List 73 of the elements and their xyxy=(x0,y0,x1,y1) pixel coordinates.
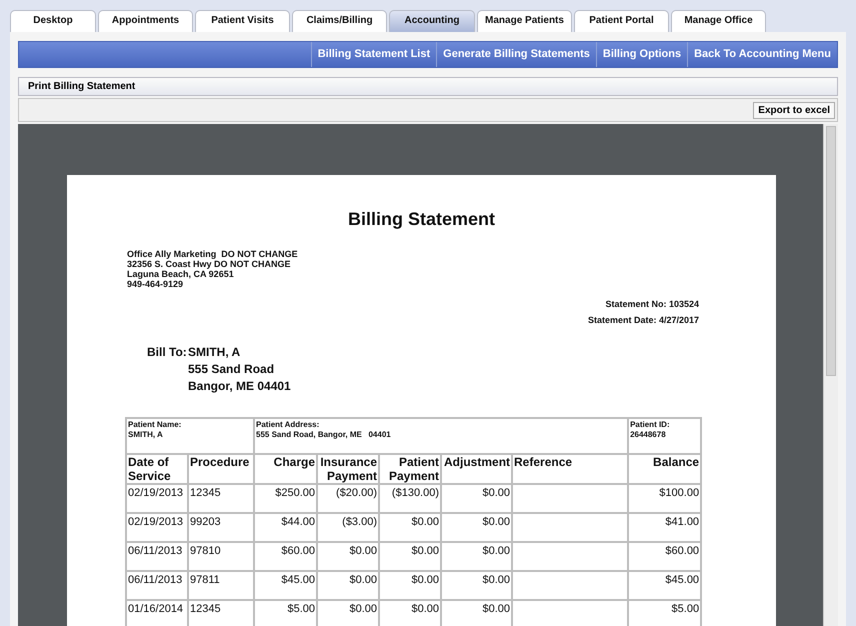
table-cell: 06/11/2013 xyxy=(128,574,182,586)
table-cell: $0.00 xyxy=(349,603,378,615)
column-header: Adjustment xyxy=(441,454,512,484)
scroll-thumb[interactable] xyxy=(826,126,836,376)
table-cell: ($3.00) xyxy=(342,516,378,528)
nav-tab[interactable]: Patient Portal xyxy=(574,10,669,32)
office-address-line: Laguna Beach, CA 92651 xyxy=(127,269,235,279)
statement-date: Statement Date: 4/27/2017 xyxy=(586,314,699,327)
office-address-line: Office Ally Marketing DO NOT CHANGE xyxy=(127,249,299,259)
office-address-line: 32356 S. Coast Hwy DO NOT CHANGE xyxy=(127,259,292,269)
table-cell: ($20.00) xyxy=(336,487,378,499)
table-cell: $60.00 xyxy=(281,545,316,557)
section-title: Print Billing Statement xyxy=(28,81,136,92)
column-header: Balance xyxy=(628,454,702,484)
table-cell: $0.00 xyxy=(482,487,510,499)
nav-tab[interactable]: Accounting xyxy=(389,10,475,32)
table-cell: $0.00 xyxy=(482,603,510,615)
table-cell: $0.00 xyxy=(482,574,510,586)
bill-to-line: 555 Sand Road xyxy=(188,361,276,378)
table-cell: $0.00 xyxy=(411,603,440,615)
table-cell: 99203 xyxy=(190,516,221,528)
office-address-line: 949-464-9129 xyxy=(127,279,184,289)
column-header: Charge xyxy=(254,454,318,484)
nav-tab[interactable]: Claims/Billing xyxy=(292,10,387,32)
table-cell: $0.00 xyxy=(349,545,378,557)
column-header: Date of Service xyxy=(126,454,188,484)
nav-tab[interactable]: Appointments xyxy=(98,10,193,32)
nav-tab[interactable]: Desktop xyxy=(10,10,96,32)
column-header: Reference xyxy=(512,454,628,484)
scrollbar[interactable] xyxy=(823,124,838,626)
column-header: Insurance Payment xyxy=(317,454,380,484)
table-cell: $100.00 xyxy=(659,487,700,499)
bill-to-line: Bangor, ME 04401 xyxy=(188,378,291,395)
table-cell: $41.00 xyxy=(665,516,700,528)
menu-link[interactable]: Billing Options xyxy=(596,42,688,67)
column-header: Procedure xyxy=(188,454,254,484)
table-cell: 02/19/2013 xyxy=(128,516,184,528)
menu-link[interactable]: Generate Billing Statements xyxy=(436,42,596,67)
nav-tab[interactable]: Manage Patients xyxy=(477,10,572,32)
statement-title: Billing Statement xyxy=(346,209,496,231)
table-cell: 02/19/2013 xyxy=(128,487,184,499)
table-cell: 12345 xyxy=(190,487,221,499)
table-cell: ($130.00) xyxy=(392,487,440,499)
menu-link[interactable]: Back To Accounting Menu xyxy=(687,42,837,67)
table-cell: $44.00 xyxy=(281,516,316,528)
table-cell: $60.00 xyxy=(665,545,700,557)
table-cell: $0.00 xyxy=(411,516,440,528)
export-button[interactable]: Export to excel xyxy=(753,102,835,118)
table-cell: $0.00 xyxy=(411,545,440,557)
table-cell: $250.00 xyxy=(275,487,316,499)
nav-tab[interactable]: Patient Visits xyxy=(195,10,290,32)
nav-tab[interactable]: Manage Office xyxy=(671,10,766,32)
patient-name-cell: Patient Name: SMITH, A xyxy=(126,418,254,454)
patient-address-cell: Patient Address: 555 Sand Road, Bangor, ME 04401 xyxy=(254,418,628,454)
table-cell: $0.00 xyxy=(482,516,510,528)
menu-link[interactable]: Billing Statement List xyxy=(310,42,436,67)
table-cell: $0.00 xyxy=(349,574,378,586)
table-cell: $45.00 xyxy=(665,574,700,586)
statement-number: Statement No: 103524 xyxy=(604,298,699,311)
table-cell: $5.00 xyxy=(287,603,316,615)
table-cell: 01/16/2014 xyxy=(128,603,184,615)
table-cell: 97810 xyxy=(190,545,221,557)
table-cell: $5.00 xyxy=(672,603,700,615)
patient-id-cell: Patient ID: 26448678 xyxy=(628,418,702,454)
table-cell: 06/11/2013 xyxy=(128,545,182,557)
table-cell: $0.00 xyxy=(482,545,510,557)
table-cell: $0.00 xyxy=(411,574,440,586)
table-cell: 12345 xyxy=(190,603,221,615)
bill-to-line: SMITH, A xyxy=(188,344,242,361)
column-header: Patient Payment xyxy=(379,454,442,484)
bill-to-label: Bill To: xyxy=(147,344,188,361)
table-cell: $45.00 xyxy=(281,574,316,586)
table-cell: 97811 xyxy=(190,574,220,586)
